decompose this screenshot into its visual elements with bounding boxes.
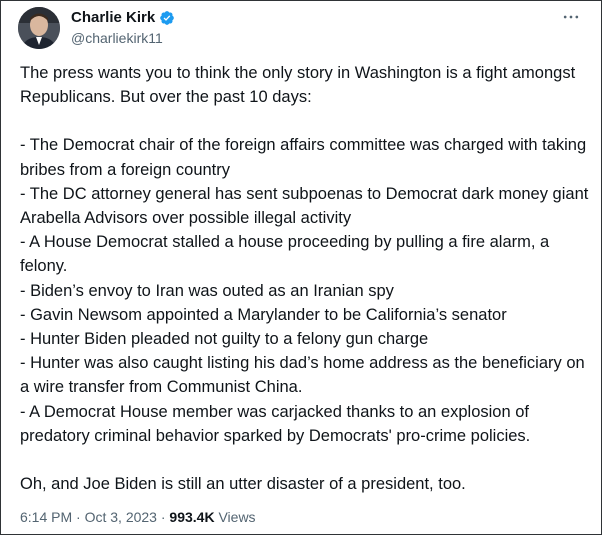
more-horizontal-icon[interactable] — [559, 7, 583, 27]
author-name-row: Charlie Kirk — [71, 9, 175, 26]
tweet-item: - A House Democrat stalled a house proce… — [20, 233, 550, 276]
tweet-intro: The press wants you to think the only st… — [20, 64, 576, 107]
author-name[interactable]: Charlie Kirk — [71, 9, 155, 26]
tweet-item: - Biden’s envoy to Iran was outed as an … — [20, 281, 394, 300]
tweet-card: Charlie Kirk @charliekirk11 The press wa… — [0, 0, 602, 535]
avatar[interactable] — [18, 7, 60, 49]
tweet-item: - The Democrat chair of the foreign affa… — [20, 136, 587, 179]
more-dots-glyph — [563, 15, 579, 19]
tweet-item: - Gavin Newsom appointed a Marylander to… — [20, 305, 507, 324]
author-handle[interactable]: @charliekirk11 — [71, 30, 163, 46]
tweet-item: - Hunter Biden pleaded not guilty to a f… — [20, 330, 429, 349]
views-label: Views — [214, 509, 256, 525]
tweet-item: - The DC attorney general has sent subpo… — [20, 184, 589, 228]
avatar-image — [18, 7, 60, 49]
verified-badge-icon — [160, 10, 175, 25]
meta-separator: · — [156, 509, 170, 525]
tweet-meta: 6:14 PM · Oct 3, 2023 · 993.4K Views — [20, 509, 256, 525]
tweet-timestamp[interactable]: 6:14 PM · Oct 3, 2023 — [20, 509, 157, 525]
views-count[interactable]: 993.4K — [169, 509, 214, 525]
tweet-item: - Hunter was also caught listing his dad… — [20, 354, 585, 397]
tweet-text: The press wants you to think the only st… — [20, 61, 592, 496]
tweet-item: - A Democrat House member was carjacked … — [20, 402, 531, 445]
tweet-closing: Oh, and Joe Biden is still an utter disa… — [20, 475, 466, 494]
